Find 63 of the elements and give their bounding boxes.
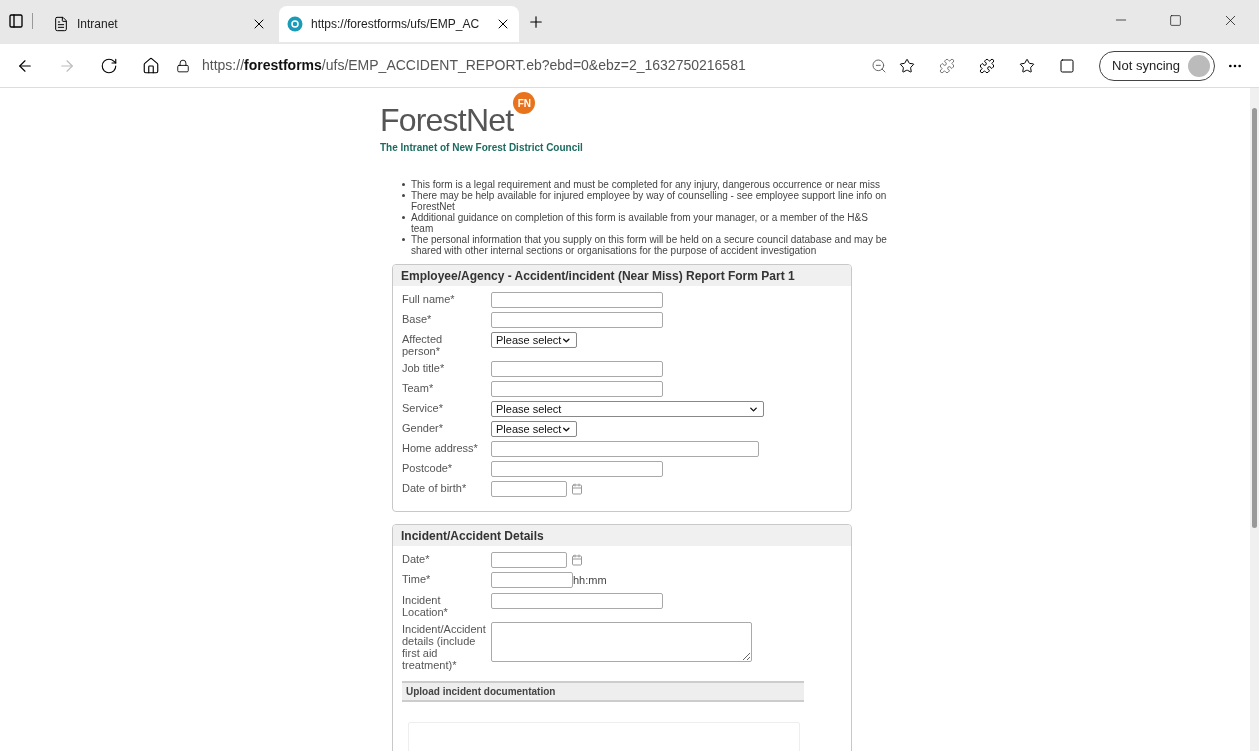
note-text: Additional guidance on completion of this form is available from your manager, or a member of the H&S team [411,212,869,234]
text-field[interactable] [491,441,759,457]
tab-title: Intranet [77,16,119,33]
panel-header: Incident/Accident Details [393,525,851,546]
note-text: This form is a legal requirement and must be completed for any injury, dangerous occurrence or near miss [411,179,881,190]
text-field[interactable] [491,292,663,308]
field-label: Postcode* [402,461,454,474]
date-field[interactable] [491,552,567,568]
text-field[interactable] [491,592,663,609]
field-label: Gender* [402,421,444,434]
zoom-out-icon[interactable] [871,57,888,74]
calendar-icon[interactable] [571,483,583,495]
field-label: Home address* [402,441,479,454]
lock-icon [176,58,190,73]
refresh-icon[interactable] [100,56,118,75]
select-dropdown[interactable]: Please select [491,421,577,437]
avatar-icon [1188,54,1210,77]
url-text: https://forestforms/ufs/EMP_ACCIDENT_REPORT.eb?ebd=0&ebz=2_1632750216581 [202,56,746,75]
address-bar[interactable]: https://forestforms/ufs/EMP_ACCIDENT_REPORT.eb?ebd=0&ebz=2_1632750216581 [176,49,916,82]
bullet-icon [402,238,405,241]
note-text: There may be help available for injured employee by way of counselling - see employee support line info on ForestNet [411,190,888,212]
text-field[interactable] [491,312,663,328]
field-label: Incident Location* [402,592,449,618]
details-textarea[interactable] [491,621,752,662]
note-text: The personal information that you supply on this form will be held on a secure council database and may be shared with other internal sections or organisations for the purpose of accident investigation [411,234,888,256]
text-field[interactable] [491,461,663,477]
new-tab-icon[interactable] [527,13,545,31]
field-label: Date* [402,552,431,565]
subsection-header: Upload incident documentation [402,680,804,702]
browser-tab[interactable]: Intranet [45,6,275,42]
select-dropdown[interactable]: Please select [491,401,764,417]
bullet-icon [402,183,405,186]
bullet-icon [402,216,405,219]
bullet-icon [402,194,405,197]
extension-icon[interactable] [939,57,956,74]
field-label: Full name* [402,292,456,305]
field-label: Service* [402,401,444,414]
time-field[interactable] [491,572,573,589]
field-label: Affected person* [402,332,444,357]
home-icon[interactable] [142,56,160,75]
field-label: Job title* [402,361,446,374]
text-field[interactable] [491,381,663,397]
panel-header: Employee/Agency - Accident/incident (Near Miss) Report Form Part 1 [393,265,851,286]
field-label: Date of birth* [402,481,468,494]
favorite-icon[interactable] [899,57,916,74]
tagline: The Intranet of New Forest District Council [380,141,584,155]
text-field[interactable] [491,361,663,377]
time-format-hint: hh:mm [573,573,607,588]
tab-actions-icon[interactable] [8,13,24,29]
select-dropdown[interactable]: Please select [491,332,577,348]
date-field[interactable] [491,481,567,497]
field-label: Team* [402,381,435,394]
tab-title: https://forestforms/ufs/EMP_AC [311,16,481,33]
field-label: Base* [402,312,433,325]
maximize-icon[interactable] [1169,13,1182,27]
scrollbar[interactable] [1250,88,1259,751]
calendar-icon[interactable] [571,554,583,566]
browser-tab[interactable]: https://forestforms/ufs/EMP_AC [279,6,519,42]
page-icon [53,16,69,32]
extensions-icon[interactable] [979,57,996,74]
site-icon [287,16,303,32]
favorites-icon[interactable] [1019,57,1036,74]
field-label: Time* [402,572,432,585]
